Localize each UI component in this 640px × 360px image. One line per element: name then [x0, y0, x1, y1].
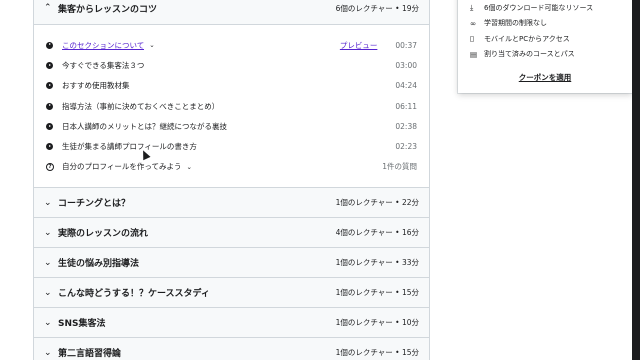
chevron-down-icon[interactable]: ⌄: [186, 163, 191, 171]
section-header-1[interactable]: ⌃ 集客からレッスンのコツ 6個のレクチャー • 19分: [34, 0, 429, 24]
feature-text: 6個のダウンロード可能なリソース: [484, 3, 594, 12]
lecture-duration: 02:38: [395, 121, 417, 131]
play-icon: [46, 122, 53, 130]
chevron-down-icon: ⌄: [44, 347, 52, 358]
play-icon: [46, 41, 53, 49]
chevron-down-icon: ⌄: [44, 317, 52, 328]
section-header-7[interactable]: ⌄ 第二言語習得論 1個のレクチャー • 15分: [34, 337, 429, 360]
feature-item: ▤ 割り当て済みのコースとパス: [470, 47, 620, 63]
lecture-title: おすすめ使用教材集: [62, 81, 130, 91]
quiz-item: ? 自分のプロフィールを作ってみよう ⌄ 1件の質問: [46, 157, 417, 177]
section-meta: 4個のレクチャー • 16分: [335, 228, 419, 238]
course-page: ⌃ 集客からレッスンのコツ 6個のレクチャー • 19分 このセクションについて…: [0, 0, 640, 360]
lecture-item: おすすめ使用教材集 04:24: [46, 76, 417, 96]
mobile-icon: ▯: [470, 34, 475, 44]
play-icon: [46, 61, 53, 69]
chevron-down-icon[interactable]: ⌄: [149, 41, 154, 49]
lecture-duration: 03:00: [395, 60, 417, 70]
section-title: 実際のレッスンの流れ: [58, 229, 149, 240]
quiz-title: 自分のプロフィールを作ってみよう: [62, 162, 182, 172]
feature-item: ⤓ 6個のダウンロード可能なリソース: [470, 0, 620, 16]
lecture-title: 指導方法（事前に決めておくべきことまとめ）: [62, 101, 220, 111]
lecture-item: 指導方法（事前に決めておくべきことまとめ） 06:11: [46, 96, 417, 116]
feature-item: ▯ モバイルとPCからアクセス: [470, 31, 620, 47]
section-title: こんな時どうする！？ケーススタディ: [58, 289, 210, 300]
section-header-5[interactable]: ⌄ こんな時どうする！？ケーススタディ 1個のレクチャー • 15分: [34, 277, 429, 308]
lecture-duration: 06:11: [395, 101, 417, 111]
question-icon: ?: [46, 162, 54, 171]
section-1-lectures: このセクションについて ⌄ プレビュー 00:37 今すぐできる集客法３つ 03…: [34, 24, 429, 188]
lecture-item: 生徒が集まる講師プロフィールの書き方 02:23: [46, 136, 417, 156]
lecture-item: 今すぐできる集客法３つ 03:00: [46, 55, 417, 75]
lecture-title: 今すぐできる集客法３つ: [62, 60, 145, 70]
lecture-title-link[interactable]: このセクションについて: [62, 40, 144, 51]
play-icon: [46, 102, 53, 110]
chevron-down-icon: ⌄: [44, 287, 52, 298]
window-edge: [632, 0, 640, 360]
play-icon: [46, 82, 53, 90]
infinity-icon: ∞: [470, 18, 477, 28]
section-meta: 1個のレクチャー • 15分: [335, 288, 419, 298]
section-meta: 1個のレクチャー • 10分: [335, 318, 419, 328]
feature-item: ∞ 学習期間の制限なし: [470, 16, 620, 32]
download-icon: ⤓: [470, 2, 474, 12]
course-includes-card: ⤓ 6個のダウンロード可能なリソース ∞ 学習期間の制限なし ▯ モバイルとPC…: [458, 0, 632, 93]
lecture-title: 日本人講師のメリットとは？継続につながる裏技: [62, 121, 227, 131]
chevron-down-icon: ⌄: [44, 257, 52, 268]
section-meta: 6個のレクチャー • 19分: [335, 3, 419, 13]
section-title: コーチングとは？: [58, 199, 131, 210]
quiz-question-count: 1件の質問: [382, 162, 417, 172]
section-meta: 1個のレクチャー • 15分: [335, 348, 419, 358]
lecture-title: 生徒が集まる講師プロフィールの書き方: [62, 142, 197, 152]
feature-text: 割り当て済みのコースとパス: [484, 50, 575, 59]
feature-text: モバイルとPCからアクセス: [484, 34, 570, 43]
section-header-4[interactable]: ⌄ 生徒の悩み別指導法 1個のレクチャー • 33分: [34, 247, 429, 278]
apply-coupon-button[interactable]: クーポンを適用: [470, 72, 620, 83]
play-icon: [46, 143, 53, 151]
lecture-duration: 00:37: [395, 40, 417, 50]
lecture-duration: 02:23: [395, 142, 417, 152]
section-title: 生徒の悩み別指導法: [58, 259, 140, 270]
lecture-duration: 04:24: [395, 81, 417, 91]
chevron-down-icon: ⌄: [44, 197, 52, 208]
lecture-item: 日本人講師のメリットとは？継続につながる裏技 02:38: [46, 116, 417, 136]
section-title: 第二言語習得論: [58, 349, 122, 360]
chevron-up-icon: ⌃: [44, 3, 52, 13]
section-meta: 1個のレクチャー • 22分: [335, 198, 419, 208]
course-curriculum: ⌃ 集客からレッスンのコツ 6個のレクチャー • 19分 このセクションについて…: [33, 0, 430, 360]
assignment-icon: ▤: [470, 49, 478, 59]
section-title: 集客からレッスンのコツ: [58, 4, 158, 15]
section-header-3[interactable]: ⌄ 実際のレッスンの流れ 4個のレクチャー • 16分: [34, 217, 429, 248]
feature-text: 学習期間の制限なし: [484, 19, 547, 28]
chevron-down-icon: ⌄: [44, 227, 52, 238]
preview-link[interactable]: プレビュー: [340, 40, 378, 51]
section-header-2[interactable]: ⌄ コーチングとは？ 1個のレクチャー • 22分: [34, 187, 429, 218]
section-title: SNS集客法: [58, 319, 106, 330]
section-meta: 1個のレクチャー • 33分: [335, 258, 419, 268]
section-header-6[interactable]: ⌄ SNS集客法 1個のレクチャー • 10分: [34, 307, 429, 338]
lecture-item[interactable]: このセクションについて ⌄ プレビュー 00:37: [46, 35, 417, 55]
